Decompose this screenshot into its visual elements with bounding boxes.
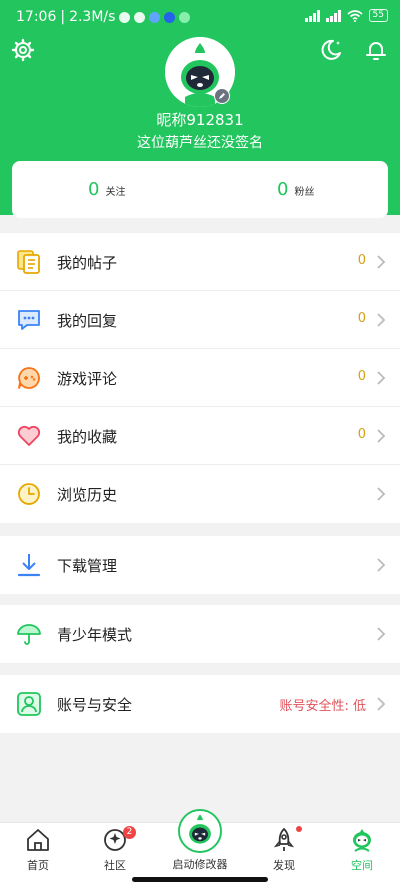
teen-menu-group: 青少年模式 bbox=[0, 605, 400, 663]
stats-card: 0 关注 0 粉丝 bbox=[12, 161, 388, 218]
chevron-right-icon bbox=[377, 487, 386, 501]
signal-icon bbox=[304, 9, 320, 22]
menu-item-label: 下载管理 bbox=[57, 557, 118, 575]
activity-menu-group: 我的帖子 0 我的回复 0 游戏评论 0 我的收藏 0 浏览历史 bbox=[0, 233, 400, 523]
house-icon bbox=[27, 829, 49, 851]
battery-indicator: 55 bbox=[368, 9, 388, 22]
notifications-button[interactable] bbox=[362, 36, 390, 64]
home-indicator[interactable] bbox=[132, 877, 268, 882]
tab-space[interactable]: 空间 bbox=[332, 823, 392, 888]
nickname[interactable]: 昵称912831 bbox=[0, 109, 400, 130]
tab-label: 空间 bbox=[351, 859, 373, 872]
posts-icon bbox=[17, 250, 40, 274]
followers-stat[interactable]: 0 粉丝 bbox=[277, 179, 314, 200]
followers-count: 0 bbox=[277, 179, 289, 200]
menu-item-count: 0 bbox=[357, 311, 366, 326]
app-notification-icon bbox=[149, 11, 161, 23]
tab-label: 发现 bbox=[273, 859, 295, 872]
night-mode-button[interactable] bbox=[317, 36, 345, 64]
chevron-right-icon bbox=[377, 371, 386, 385]
wifi-icon bbox=[347, 9, 363, 22]
chevron-right-icon bbox=[377, 313, 386, 327]
following-stat[interactable]: 0 关注 bbox=[88, 179, 125, 200]
menu-item-label: 我的回复 bbox=[57, 312, 118, 330]
heart-icon bbox=[17, 425, 41, 446]
menu-item-game-reviews[interactable]: 游戏评论 0 bbox=[0, 349, 400, 407]
bell-icon bbox=[366, 42, 386, 60]
menu-item-history[interactable]: 浏览历史 bbox=[0, 465, 400, 523]
menu-item-count: 0 bbox=[357, 253, 366, 268]
tab-label: 首页 bbox=[27, 859, 49, 872]
pencil-icon bbox=[219, 93, 225, 99]
gear-icon bbox=[11, 38, 35, 62]
chevron-right-icon bbox=[377, 255, 386, 269]
menu-item-label: 账号与安全 bbox=[57, 696, 133, 714]
moon-icon bbox=[321, 39, 341, 60]
clock-icon bbox=[18, 483, 40, 505]
chevron-right-icon bbox=[377, 558, 386, 572]
gamepad-icon bbox=[18, 367, 40, 389]
download-icon bbox=[17, 554, 41, 577]
menu-item-label: 游戏评论 bbox=[57, 370, 118, 388]
menu-item-count: 0 bbox=[357, 369, 366, 384]
tab-label: 社区 bbox=[104, 859, 126, 872]
reply-icon bbox=[18, 310, 40, 330]
tab-home[interactable]: 首页 bbox=[8, 823, 68, 888]
discover-notification-dot bbox=[296, 826, 302, 832]
status-time: 17:06 bbox=[16, 9, 57, 25]
network-speed: 2.3M/s bbox=[69, 9, 116, 25]
rocket-icon bbox=[273, 828, 295, 851]
app-notification-icon bbox=[164, 11, 176, 23]
launcher-button[interactable] bbox=[178, 809, 222, 853]
following-label: 关注 bbox=[105, 187, 126, 198]
account-menu-group: 账号与安全 账号安全性: 低 bbox=[0, 675, 400, 733]
signal-icon bbox=[325, 9, 341, 22]
menu-item-downloads[interactable]: 下载管理 bbox=[0, 536, 400, 594]
menu-item-label: 青少年模式 bbox=[57, 626, 133, 644]
following-count: 0 bbox=[88, 179, 100, 200]
download-menu-group: 下载管理 bbox=[0, 536, 400, 594]
status-bar: 17:06 | 2.3M/s 55 bbox=[0, 0, 400, 36]
menu-item-count: 0 bbox=[357, 427, 366, 442]
menu-item-account-security[interactable]: 账号与安全 账号安全性: 低 bbox=[0, 675, 400, 733]
menu-item-label: 我的帖子 bbox=[57, 254, 118, 272]
mascot-outline-icon bbox=[353, 829, 371, 852]
tab-label: 启动修改器 bbox=[172, 858, 228, 871]
community-badge: 2 bbox=[123, 826, 136, 839]
menu-item-replies[interactable]: 我的回复 0 bbox=[0, 291, 400, 349]
app-notification-icon bbox=[179, 11, 191, 23]
menu-item-label: 我的收藏 bbox=[57, 428, 118, 446]
settings-button[interactable] bbox=[9, 36, 37, 64]
followers-label: 粉丝 bbox=[294, 187, 315, 198]
chevron-right-icon bbox=[377, 429, 386, 443]
menu-item-label: 浏览历史 bbox=[57, 486, 118, 504]
user-card-icon bbox=[17, 692, 41, 716]
edit-avatar-button[interactable] bbox=[214, 88, 230, 104]
account-security-status: 账号安全性: 低 bbox=[279, 699, 366, 714]
signature[interactable]: 这位葫芦丝还没签名 bbox=[0, 132, 400, 152]
alarm-icon bbox=[134, 11, 146, 23]
chevron-right-icon bbox=[377, 627, 386, 641]
chevron-right-icon bbox=[377, 697, 386, 711]
mascot-icon bbox=[180, 811, 220, 851]
notification-icon bbox=[119, 11, 131, 23]
menu-item-favorites[interactable]: 我的收藏 0 bbox=[0, 407, 400, 465]
umbrella-icon bbox=[17, 624, 41, 645]
menu-item-teen-mode[interactable]: 青少年模式 bbox=[0, 605, 400, 663]
menu-item-posts[interactable]: 我的帖子 0 bbox=[0, 233, 400, 291]
